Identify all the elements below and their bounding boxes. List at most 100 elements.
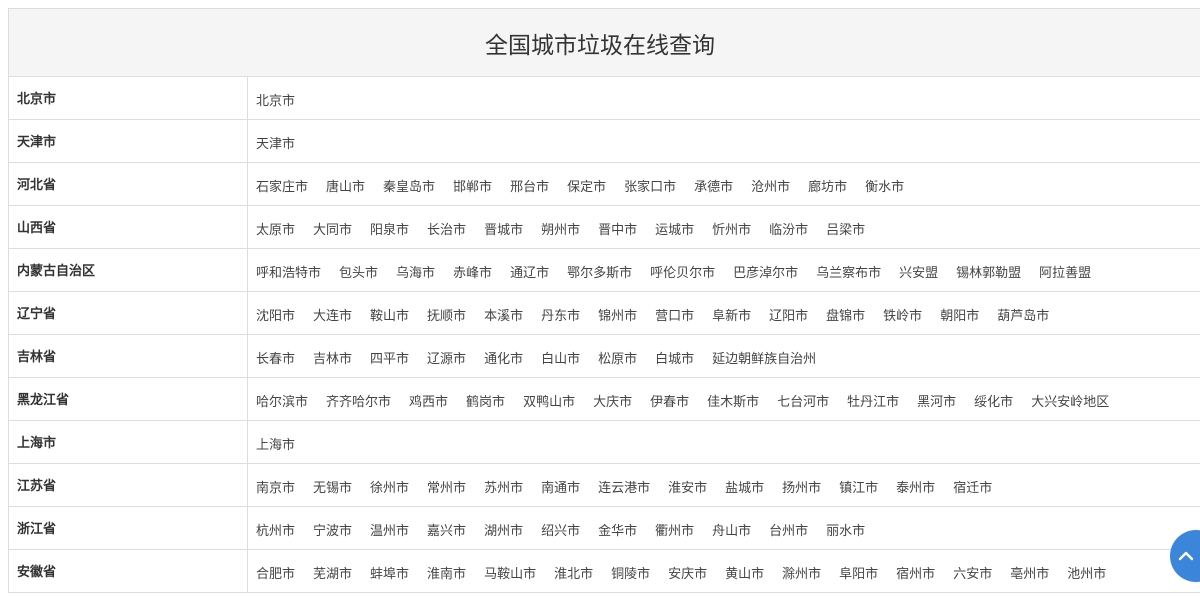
city-link[interactable]: 六安市 — [953, 567, 992, 582]
city-link[interactable]: 温州市 — [370, 524, 409, 539]
city-link[interactable]: 葫芦岛市 — [997, 309, 1049, 324]
city-link[interactable]: 四平市 — [370, 352, 409, 367]
city-link[interactable]: 巴彦淖尔市 — [733, 266, 798, 281]
city-link[interactable]: 衢州市 — [655, 524, 694, 539]
city-link[interactable]: 邢台市 — [510, 180, 549, 195]
city-link[interactable]: 舟山市 — [712, 524, 751, 539]
city-link[interactable]: 鄂尔多斯市 — [567, 266, 632, 281]
city-link[interactable]: 保定市 — [567, 180, 606, 195]
city-link[interactable]: 石家庄市 — [256, 180, 308, 195]
city-link[interactable]: 晋中市 — [598, 223, 637, 238]
city-link[interactable]: 丽水市 — [826, 524, 865, 539]
city-link[interactable]: 淮北市 — [554, 567, 593, 582]
city-link[interactable]: 白山市 — [541, 352, 580, 367]
city-link[interactable]: 本溪市 — [484, 309, 523, 324]
city-link[interactable]: 铜陵市 — [611, 567, 650, 582]
city-link[interactable]: 大庆市 — [593, 395, 632, 410]
city-link[interactable]: 苏州市 — [484, 481, 523, 496]
city-link[interactable]: 白城市 — [655, 352, 694, 367]
city-link[interactable]: 黄山市 — [725, 567, 764, 582]
city-link[interactable]: 绍兴市 — [541, 524, 580, 539]
city-link[interactable]: 阜阳市 — [839, 567, 878, 582]
city-link[interactable]: 乌海市 — [396, 266, 435, 281]
city-link[interactable]: 牡丹江市 — [847, 395, 899, 410]
city-link[interactable]: 鹤岗市 — [466, 395, 505, 410]
city-link[interactable]: 辽阳市 — [769, 309, 808, 324]
city-link[interactable]: 临汾市 — [769, 223, 808, 238]
city-link[interactable]: 承德市 — [694, 180, 733, 195]
city-link[interactable]: 秦皇岛市 — [383, 180, 435, 195]
city-link[interactable]: 唐山市 — [326, 180, 365, 195]
city-link[interactable]: 伊春市 — [650, 395, 689, 410]
city-link[interactable]: 大同市 — [313, 223, 352, 238]
city-link[interactable]: 廊坊市 — [808, 180, 847, 195]
city-link[interactable]: 宁波市 — [313, 524, 352, 539]
city-link[interactable]: 赤峰市 — [453, 266, 492, 281]
city-link[interactable]: 鞍山市 — [370, 309, 409, 324]
city-link[interactable]: 阜新市 — [712, 309, 751, 324]
city-link[interactable]: 铁岭市 — [883, 309, 922, 324]
city-link[interactable]: 常州市 — [427, 481, 466, 496]
city-link[interactable]: 锡林郭勒盟 — [956, 266, 1021, 281]
city-link[interactable]: 哈尔滨市 — [256, 395, 308, 410]
city-link[interactable]: 南京市 — [256, 481, 295, 496]
city-link[interactable]: 淮安市 — [668, 481, 707, 496]
city-link[interactable]: 池州市 — [1067, 567, 1106, 582]
city-link[interactable]: 北京市 — [256, 94, 295, 109]
city-link[interactable]: 通辽市 — [510, 266, 549, 281]
city-link[interactable]: 扬州市 — [782, 481, 821, 496]
city-link[interactable]: 七台河市 — [777, 395, 829, 410]
city-link[interactable]: 齐齐哈尔市 — [326, 395, 391, 410]
city-link[interactable]: 运城市 — [655, 223, 694, 238]
city-link[interactable]: 合肥市 — [256, 567, 295, 582]
city-link[interactable]: 鸡西市 — [409, 395, 448, 410]
city-link[interactable]: 佳木斯市 — [707, 395, 759, 410]
city-link[interactable]: 安庆市 — [668, 567, 707, 582]
city-link[interactable]: 宿迁市 — [953, 481, 992, 496]
city-link[interactable]: 杭州市 — [256, 524, 295, 539]
city-link[interactable]: 长治市 — [427, 223, 466, 238]
city-link[interactable]: 乌兰察布市 — [816, 266, 881, 281]
city-link[interactable]: 辽源市 — [427, 352, 466, 367]
city-link[interactable]: 呼伦贝尔市 — [650, 266, 715, 281]
city-link[interactable]: 台州市 — [769, 524, 808, 539]
city-link[interactable]: 泰州市 — [896, 481, 935, 496]
city-link[interactable]: 吉林市 — [313, 352, 352, 367]
city-link[interactable]: 沈阳市 — [256, 309, 295, 324]
city-link[interactable]: 滁州市 — [782, 567, 821, 582]
city-link[interactable]: 镇江市 — [839, 481, 878, 496]
city-link[interactable]: 蚌埠市 — [370, 567, 409, 582]
city-link[interactable]: 长春市 — [256, 352, 295, 367]
city-link[interactable]: 邯郸市 — [453, 180, 492, 195]
city-link[interactable]: 吕梁市 — [826, 223, 865, 238]
city-link[interactable]: 绥化市 — [974, 395, 1013, 410]
city-link[interactable]: 天津市 — [256, 137, 295, 152]
city-link[interactable]: 嘉兴市 — [427, 524, 466, 539]
city-link[interactable]: 双鸭山市 — [523, 395, 575, 410]
city-link[interactable]: 兴安盟 — [899, 266, 938, 281]
city-link[interactable]: 忻州市 — [712, 223, 751, 238]
city-link[interactable]: 连云港市 — [598, 481, 650, 496]
city-link[interactable]: 锦州市 — [598, 309, 637, 324]
city-link[interactable]: 宿州市 — [896, 567, 935, 582]
city-link[interactable]: 无锡市 — [313, 481, 352, 496]
city-link[interactable]: 松原市 — [598, 352, 637, 367]
city-link[interactable]: 上海市 — [256, 438, 295, 453]
city-link[interactable]: 盘锦市 — [826, 309, 865, 324]
city-link[interactable]: 延边朝鲜族自治州 — [712, 352, 816, 367]
city-link[interactable]: 通化市 — [484, 352, 523, 367]
city-link[interactable]: 淮南市 — [427, 567, 466, 582]
city-link[interactable]: 湖州市 — [484, 524, 523, 539]
city-link[interactable]: 沧州市 — [751, 180, 790, 195]
city-link[interactable]: 马鞍山市 — [484, 567, 536, 582]
city-link[interactable]: 黑河市 — [917, 395, 956, 410]
city-link[interactable]: 晋城市 — [484, 223, 523, 238]
city-link[interactable]: 包头市 — [339, 266, 378, 281]
city-link[interactable]: 亳州市 — [1010, 567, 1049, 582]
city-link[interactable]: 盐城市 — [725, 481, 764, 496]
city-link[interactable]: 呼和浩特市 — [256, 266, 321, 281]
city-link[interactable]: 张家口市 — [624, 180, 676, 195]
city-link[interactable]: 徐州市 — [370, 481, 409, 496]
city-link[interactable]: 南通市 — [541, 481, 580, 496]
city-link[interactable]: 金华市 — [598, 524, 637, 539]
